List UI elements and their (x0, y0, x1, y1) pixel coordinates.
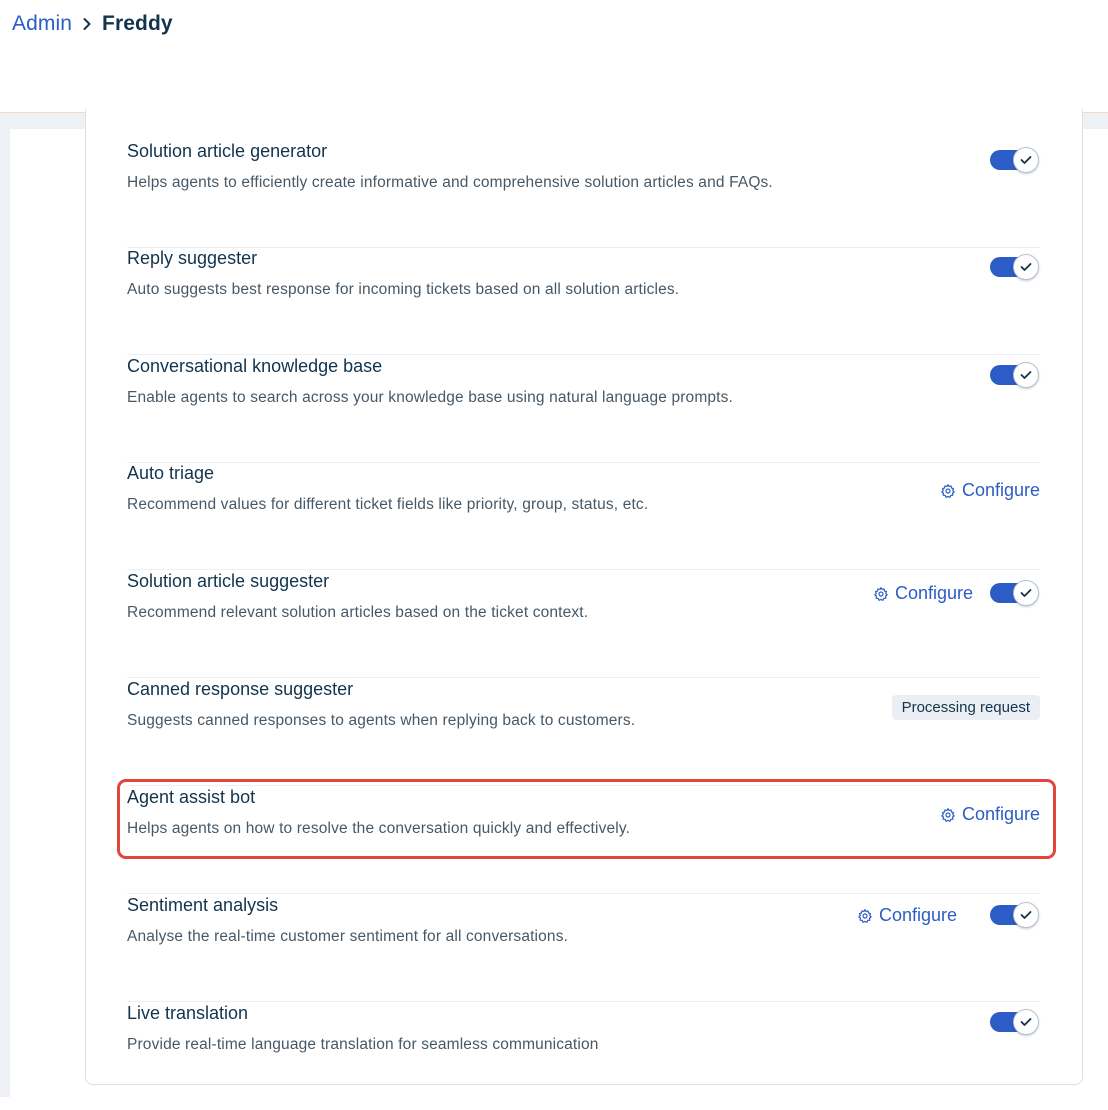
configure-label: Configure (879, 905, 958, 925)
feature-toggle[interactable] (990, 254, 1039, 280)
breadcrumb-admin-link[interactable]: Admin (12, 12, 72, 36)
checkmark-icon (1013, 147, 1039, 173)
feature-toggle[interactable] (990, 362, 1039, 388)
feature-toggle[interactable] (990, 1009, 1039, 1035)
feature-title: Live translation (127, 1003, 249, 1023)
feature-title: Solution article generator (127, 141, 328, 161)
gear-icon (874, 586, 888, 601)
feature-row-solution-article-generator: Solution article generator Helps agents … (127, 141, 1040, 248)
configure-button[interactable]: Configure (857, 905, 957, 926)
feature-title: Reply suggester (127, 248, 258, 268)
feature-description: Helps agents to efficiently create infor… (127, 174, 773, 191)
feature-toggle[interactable] (990, 580, 1039, 606)
feature-description: Suggests canned responses to agents when… (127, 712, 636, 729)
feature-description: Recommend values for different ticket fi… (127, 496, 649, 513)
feature-description: Provide real-time language translation f… (127, 1036, 599, 1053)
feature-title: Conversational knowledge base (127, 356, 383, 376)
page-header: Admin Freddy (0, 0, 1108, 113)
feature-title: Canned response suggester (127, 679, 354, 699)
feature-row-reply-suggester: Reply suggester Auto suggests best respo… (127, 248, 1040, 355)
feature-toggle[interactable] (990, 147, 1039, 173)
feature-row-live-translation: Live translation Provide real-time langu… (127, 1003, 1040, 1110)
feature-description: Enable agents to search across your know… (127, 389, 733, 406)
configure-button[interactable]: Configure (940, 480, 1040, 501)
checkmark-icon (1013, 254, 1039, 280)
configure-label: Configure (961, 480, 1040, 500)
feature-description: Auto suggests best response for incoming… (127, 281, 680, 298)
feature-row-solution-article-suggester: Solution article suggester Recommend rel… (127, 571, 1040, 678)
feature-toggle[interactable] (990, 902, 1039, 928)
feature-title: Solution article suggester (127, 571, 330, 591)
gear-icon (941, 483, 955, 498)
feature-description: Analyse the real-time customer sentiment… (127, 928, 569, 945)
feature-row-conversational-knowledge-base: Conversational knowledge base Enable age… (127, 356, 1040, 463)
checkmark-icon (1013, 902, 1039, 928)
feature-row-canned-response-suggester: Canned response suggester Suggests canne… (127, 679, 1040, 786)
feature-row-sentiment-analysis: Sentiment analysis Analyse the real-time… (127, 895, 1040, 1002)
status-badge: Processing request (891, 695, 1040, 720)
breadcrumb: Admin Freddy (12, 12, 173, 36)
feature-description: Recommend relevant solution articles bas… (127, 604, 589, 621)
checkmark-icon (1013, 362, 1039, 388)
configure-button[interactable]: Configure (873, 583, 973, 604)
feature-title: Auto triage (127, 463, 215, 483)
configure-label: Configure (895, 583, 974, 603)
highlight-box (117, 779, 1056, 859)
checkmark-icon (1013, 580, 1039, 606)
feature-title: Sentiment analysis (127, 895, 279, 915)
feature-row-auto-triage: Auto triage Recommend values for differe… (127, 463, 1040, 570)
checkmark-icon (1013, 1009, 1039, 1035)
gear-icon (858, 908, 872, 923)
chevron-right-icon (72, 17, 102, 31)
breadcrumb-current: Freddy (102, 12, 173, 35)
